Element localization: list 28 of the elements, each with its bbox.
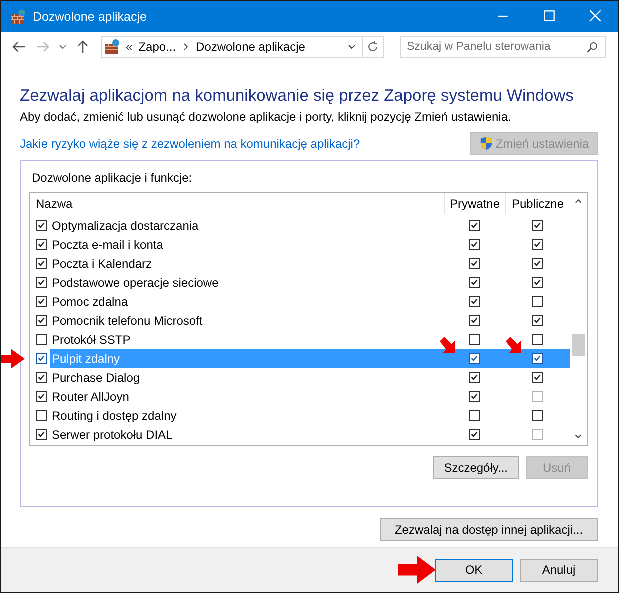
description-text: Aby dodać, zmienić lub usunąć dozwolone aplikacje i porty, kliknij pozycję Zmień ustawienia.: [20, 110, 512, 124]
allow-other-app-button[interactable]: Zezwalaj na dostęp innej aplikacji...: [380, 518, 598, 541]
app-name[interactable]: Optymalizacja dostarczania: [50, 218, 201, 234]
overflow-chevron[interactable]: «: [126, 40, 133, 54]
app-name[interactable]: Routing i dostęp zdalny: [50, 408, 179, 424]
cancel-button[interactable]: Anuluj: [520, 558, 598, 582]
app-name[interactable]: Router AllJoyn: [50, 388, 132, 404]
app-name[interactable]: Serwer protokołu DIAL: [50, 426, 175, 442]
risk-link[interactable]: Jakie ryzyko wiąże się z zezwoleniem na komunikację aplikacji?: [20, 136, 360, 150]
column-header[interactable]: Prywatne: [444, 193, 505, 214]
breadcrumb[interactable]: Zapo...: [138, 40, 176, 54]
breadcrumb[interactable]: Dozwolone aplikacje: [196, 40, 306, 54]
window-title: Dozwolone aplikacje: [33, 10, 147, 24]
group-label: Dozwolone aplikacje i funkcje:: [31, 170, 194, 187]
app-name[interactable]: Poczta e-mail i konta: [50, 236, 166, 252]
app-name[interactable]: Podstawowe operacje sieciowe: [50, 274, 221, 290]
column-header[interactable]: Nazwa: [30, 193, 444, 214]
search-field[interactable]: Szukaj w Panelu sterowania: [400, 36, 606, 58]
details-button[interactable]: Szczegóły...: [433, 456, 519, 479]
app-name[interactable]: Protokół SSTP: [50, 332, 133, 348]
address-bar[interactable]: « Zapo... Dozwolone aplikacje: [101, 36, 363, 58]
ok-button[interactable]: OK: [435, 558, 513, 582]
page-heading: Zezwalaj aplikacjom na komunikowanie się przez Zaporę systemu Windows: [20, 87, 575, 106]
column-header[interactable]: Publiczne: [505, 193, 570, 214]
app-name[interactable]: Pomocnik telefonu Microsoft: [50, 312, 205, 328]
app-name[interactable]: Purchase Dialog: [50, 370, 142, 386]
app-name[interactable]: Poczta i Kalendarz: [50, 256, 154, 272]
app-name[interactable]: Pomoc zdalna: [50, 294, 130, 310]
